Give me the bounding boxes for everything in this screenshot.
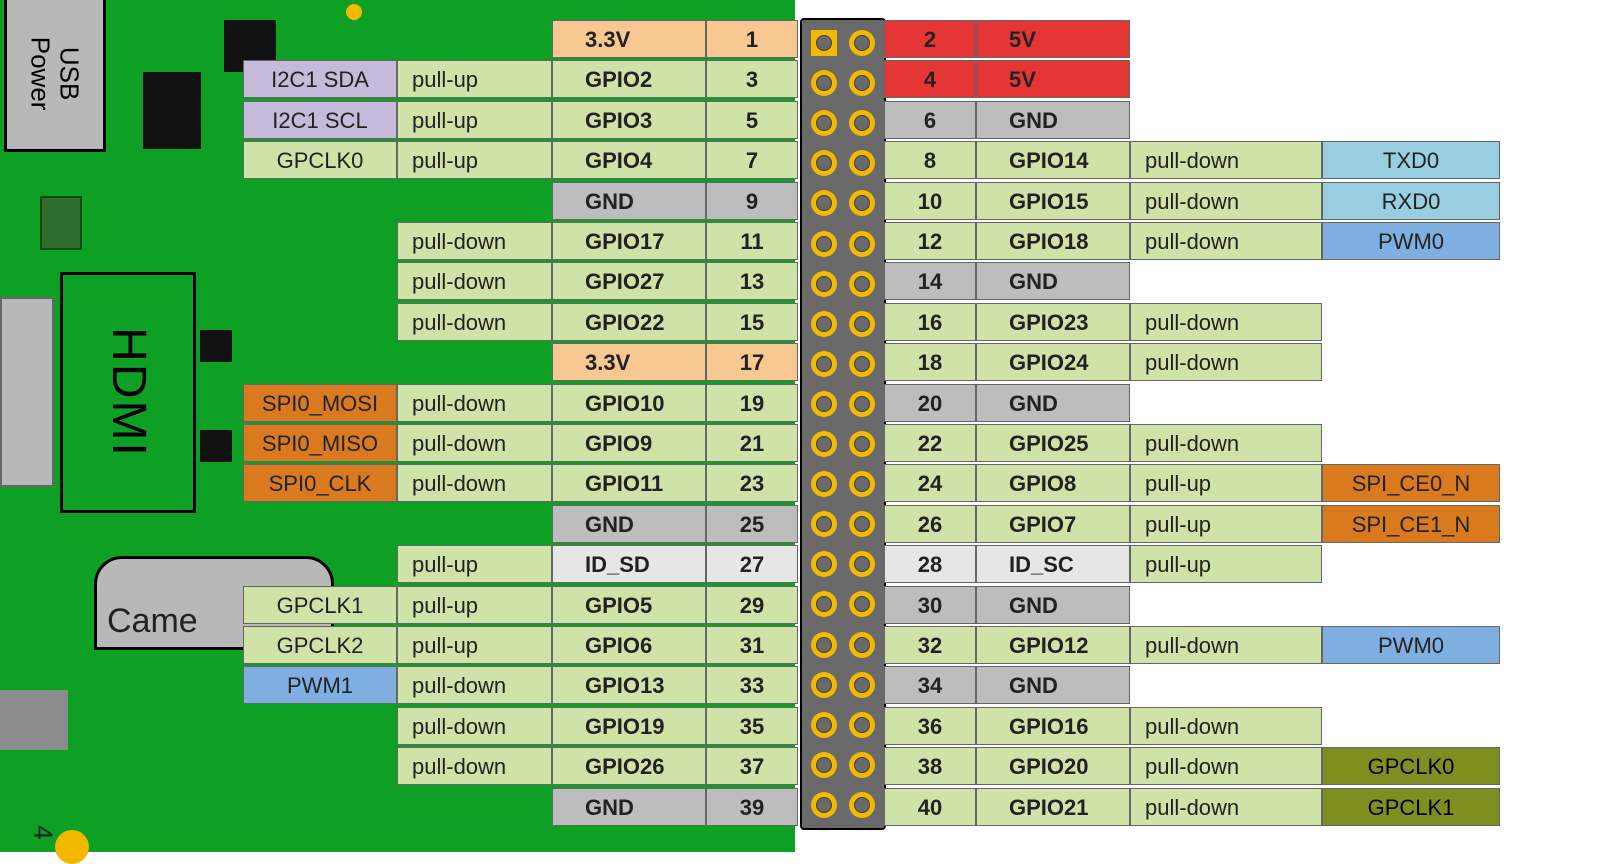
pin-name-8: GPIO14 <box>976 141 1130 179</box>
pin-number-12: 12 <box>884 222 976 260</box>
pin-number-24: 24 <box>884 464 976 502</box>
pin-row-36: 36GPIO16pull-down <box>0 707 1600 745</box>
pin-pull-18: pull-down <box>1130 343 1322 381</box>
pin-row-20: 20GND <box>0 384 1600 422</box>
pin-name-12: GPIO18 <box>976 222 1130 260</box>
pin-pull-26: pull-up <box>1130 505 1322 543</box>
pin-pull-24: pull-up <box>1130 464 1322 502</box>
pin-row-22: 22GPIO25pull-down <box>0 424 1600 462</box>
pin-row-32: 32GPIO12pull-downPWM0 <box>0 626 1600 664</box>
pin-row-6: 6GND <box>0 101 1600 139</box>
pin-number-4: 4 <box>884 60 976 98</box>
pin-name-34: GND <box>976 666 1130 704</box>
pin-number-8: 8 <box>884 141 976 179</box>
pin-number-16: 16 <box>884 303 976 341</box>
pin-pull-22: pull-down <box>1130 424 1322 462</box>
pin-number-36: 36 <box>884 707 976 745</box>
pin-name-30: GND <box>976 586 1130 624</box>
pin-name-18: GPIO24 <box>976 343 1130 381</box>
pin-number-18: 18 <box>884 343 976 381</box>
pin-number-2: 2 <box>884 20 976 58</box>
pin-name-6: GND <box>976 101 1130 139</box>
pin-name-32: GPIO12 <box>976 626 1130 664</box>
pin-pull-38: pull-down <box>1130 747 1322 785</box>
pin-row-28: 28ID_SCpull-up <box>0 545 1600 583</box>
pin-row-4: 45V <box>0 60 1600 98</box>
pin-number-40: 40 <box>884 788 976 826</box>
pin-pull-12: pull-down <box>1130 222 1322 260</box>
pin-pull-40: pull-down <box>1130 788 1322 826</box>
pin-name-16: GPIO23 <box>976 303 1130 341</box>
pin-row-2: 25V <box>0 20 1600 58</box>
pin-row-14: 14GND <box>0 262 1600 300</box>
pin-pull-8: pull-down <box>1130 141 1322 179</box>
pin-number-30: 30 <box>884 586 976 624</box>
pin-alt-24: SPI_CE0_N <box>1322 464 1500 502</box>
pin-pull-32: pull-down <box>1130 626 1322 664</box>
pin-name-2: 5V <box>976 20 1130 58</box>
pin-name-28: ID_SC <box>976 545 1130 583</box>
pin-row-16: 16GPIO23pull-down <box>0 303 1600 341</box>
pin-name-4: 5V <box>976 60 1130 98</box>
corner-mark: 4 <box>28 825 59 839</box>
pin-pull-36: pull-down <box>1130 707 1322 745</box>
pin-alt-12: PWM0 <box>1322 222 1500 260</box>
pin-number-14: 14 <box>884 262 976 300</box>
pin-alt-10: RXD0 <box>1322 182 1500 220</box>
pin-number-26: 26 <box>884 505 976 543</box>
pin-row-10: 10GPIO15pull-downRXD0 <box>0 182 1600 220</box>
pin-name-40: GPIO21 <box>976 788 1130 826</box>
pin-number-6: 6 <box>884 101 976 139</box>
pin-alt-32: PWM0 <box>1322 626 1500 664</box>
pin-alt-38: GPCLK0 <box>1322 747 1500 785</box>
pin-row-8: 8GPIO14pull-downTXD0 <box>0 141 1600 179</box>
pin-name-26: GPIO7 <box>976 505 1130 543</box>
pin-number-32: 32 <box>884 626 976 664</box>
pin-row-26: 26GPIO7pull-upSPI_CE1_N <box>0 505 1600 543</box>
pin-row-12: 12GPIO18pull-downPWM0 <box>0 222 1600 260</box>
pin-name-20: GND <box>976 384 1130 422</box>
pin-name-36: GPIO16 <box>976 707 1130 745</box>
pin-number-28: 28 <box>884 545 976 583</box>
pin-name-22: GPIO25 <box>976 424 1130 462</box>
pin-row-18: 18GPIO24pull-down <box>0 343 1600 381</box>
pin-row-24: 24GPIO8pull-upSPI_CE0_N <box>0 464 1600 502</box>
pin-alt-8: TXD0 <box>1322 141 1500 179</box>
pin-name-24: GPIO8 <box>976 464 1130 502</box>
pin-pull-16: pull-down <box>1130 303 1322 341</box>
pin-row-40: 40GPIO21pull-downGPCLK1 <box>0 788 1600 826</box>
pin-number-20: 20 <box>884 384 976 422</box>
pin-alt-26: SPI_CE1_N <box>1322 505 1500 543</box>
pin-number-10: 10 <box>884 182 976 220</box>
pin-row-38: 38GPIO20pull-downGPCLK0 <box>0 747 1600 785</box>
pin-name-14: GND <box>976 262 1130 300</box>
pin-pull-10: pull-down <box>1130 182 1322 220</box>
pin-row-30: 30GND <box>0 586 1600 624</box>
pin-row-34: 34GND <box>0 666 1600 704</box>
pin-pull-28: pull-up <box>1130 545 1322 583</box>
pin-alt-40: GPCLK1 <box>1322 788 1500 826</box>
pin-name-10: GPIO15 <box>976 182 1130 220</box>
pin-name-38: GPIO20 <box>976 747 1130 785</box>
pin-number-22: 22 <box>884 424 976 462</box>
pin-number-38: 38 <box>884 747 976 785</box>
pin-number-34: 34 <box>884 666 976 704</box>
